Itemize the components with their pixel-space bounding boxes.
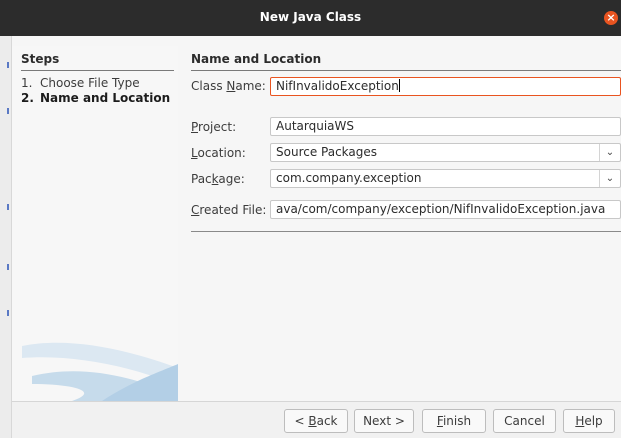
name-and-location-panel: Name and Location Class Name: NifInvalid… xyxy=(178,46,621,401)
finish-button[interactable]: Finish xyxy=(422,409,486,433)
step-number: 2. xyxy=(21,91,34,105)
step-number: 1. xyxy=(21,76,33,90)
step-item-1: 1. Choose File Type xyxy=(21,76,170,91)
back-button[interactable]: < Back xyxy=(284,409,348,433)
package-select[interactable]: com.company.exception ⌄ xyxy=(270,169,621,188)
panel-divider xyxy=(191,70,621,71)
title-bar: New Java Class × xyxy=(0,0,621,36)
step-label: Choose File Type xyxy=(40,76,140,90)
project-field: AutarquiaWS xyxy=(270,117,621,136)
step-label: Name and Location xyxy=(40,91,171,105)
button-bar: < Back Next > Finish Cancel Help xyxy=(12,401,621,438)
class-name-input[interactable]: NifInvalidoException xyxy=(270,77,621,96)
step-item-2: 2. Name and Location xyxy=(21,91,170,106)
created-file-label: Created File: xyxy=(191,203,267,217)
cancel-button[interactable]: Cancel xyxy=(493,409,556,433)
background-window-edge xyxy=(0,36,12,438)
steps-list: 1. Choose File Type 2. Name and Location xyxy=(21,76,170,106)
chevron-down-icon[interactable]: ⌄ xyxy=(599,170,620,187)
steps-heading: Steps xyxy=(21,52,60,66)
created-file-field: ava/com/company/exception/NifInvalidoExc… xyxy=(270,200,621,219)
location-label: Location: xyxy=(191,146,246,160)
project-label: Project: xyxy=(191,120,237,134)
class-name-label: Class Name: xyxy=(191,79,266,93)
panel-heading: Name and Location xyxy=(191,52,322,66)
text-caret xyxy=(398,79,400,92)
wizard-decoration-swoosh xyxy=(22,342,178,401)
panel-separator xyxy=(191,231,621,232)
steps-divider xyxy=(21,70,174,71)
help-button[interactable]: Help xyxy=(563,409,615,433)
location-select[interactable]: Source Packages ⌄ xyxy=(270,143,621,162)
window-title: New Java Class xyxy=(259,10,362,24)
next-button[interactable]: Next > xyxy=(354,409,414,433)
new-java-class-dialog: New Java Class × Steps 1. Choose File Typ… xyxy=(0,0,621,438)
chevron-down-icon[interactable]: ⌄ xyxy=(599,144,620,161)
package-label: Package: xyxy=(191,172,245,186)
steps-panel: Steps 1. Choose File Type 2. Name and Loca… xyxy=(12,46,178,401)
close-icon[interactable]: × xyxy=(604,11,618,25)
